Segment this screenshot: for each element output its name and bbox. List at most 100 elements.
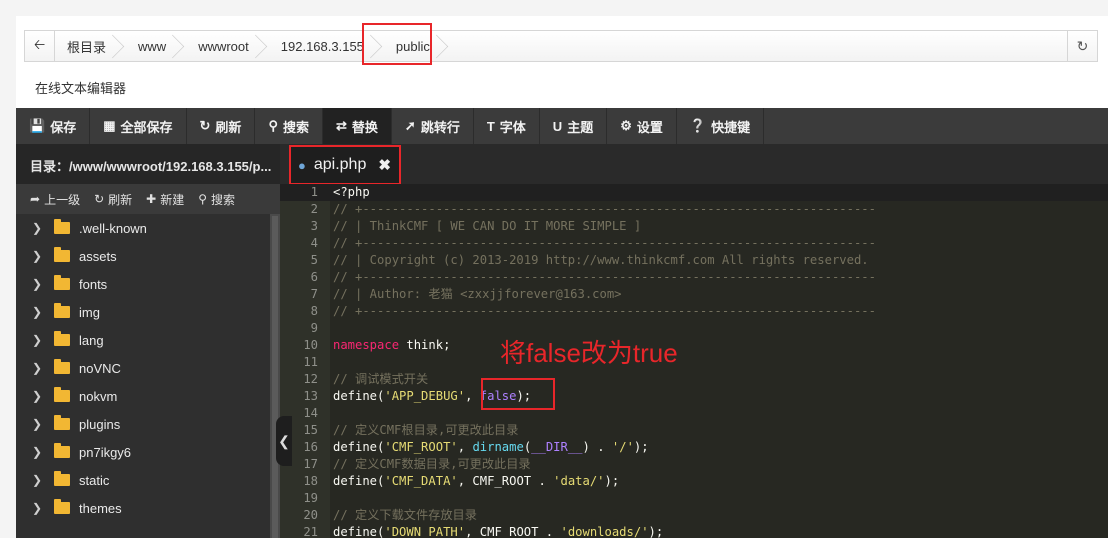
folder-item[interactable]: ❯ fonts <box>16 270 270 298</box>
breadcrumb: 🡠 根目录 www wwwroot 192.168.3.155 public ↻ <box>24 30 1098 62</box>
folder-icon <box>54 359 70 374</box>
code-line[interactable]: 1 <?php <box>280 184 1108 201</box>
code-text: // +------------------------------------… <box>333 270 876 284</box>
code-line[interactable]: 10 namespace think; <box>280 337 1108 354</box>
chevron-right-icon: ❯ <box>32 473 43 487</box>
chevron-right-icon: ❯ <box>32 277 43 291</box>
save-icon: 💾 <box>29 118 46 133</box>
goto-line-button[interactable]: ➚ 跳转行 <box>392 108 474 144</box>
left-strip <box>0 16 16 538</box>
code-line[interactable]: 12 // 调试模式开关 <box>280 371 1108 388</box>
parent-dir-button[interactable]: ➦ 上一级 <box>30 191 80 208</box>
theme-button[interactable]: U 主题 <box>540 108 608 144</box>
line-number: 20 <box>303 508 318 522</box>
folder-item[interactable]: ❯ lang <box>16 326 270 354</box>
refresh-icon: ↻ <box>94 192 105 206</box>
folder-item[interactable]: ❯ plugins <box>16 410 270 438</box>
folder-icon <box>54 303 70 318</box>
chevron-right-icon: ❯ <box>32 333 43 347</box>
folder-item[interactable]: ❯ nokvm <box>16 382 270 410</box>
line-number: 9 <box>310 321 318 335</box>
code-line[interactable]: 19 <box>280 490 1108 507</box>
folder-item[interactable]: ❯ pn7ikgy6 <box>16 438 270 466</box>
shortcuts-button[interactable]: ❔ 快捷键 <box>677 108 765 144</box>
code-line[interactable]: 14 <box>280 405 1108 422</box>
font-button[interactable]: T 字体 <box>474 108 540 144</box>
refresh-button[interactable]: ↻ <box>1067 31 1097 61</box>
code-text: // +------------------------------------… <box>333 202 876 216</box>
refresh-file-button[interactable]: ↻ 刷新 <box>187 108 256 144</box>
breadcrumb-item-wwwroot[interactable]: wwwroot <box>186 31 269 61</box>
folder-icon <box>54 499 70 514</box>
code-line[interactable]: 7 // | Author: 老猫 <zxxjjforever@163.com> <box>280 286 1108 303</box>
back-button[interactable]: 🡠 <box>25 31 55 61</box>
code-editor[interactable]: 1 <?php 2 // +-----------------------------… <box>280 184 1108 538</box>
save-button[interactable]: 💾 保存 <box>16 108 91 144</box>
sidebar-search-button[interactable]: ⚲ 搜索 <box>198 191 235 208</box>
breadcrumb-item-root[interactable]: 根目录 <box>55 31 126 61</box>
file-tree: ❯ .well-known ❯ assets ❯ fonts ❯ img ❯ lang ❯… <box>16 214 270 538</box>
editor-toolbar: 💾 保存 ▦ 全部保存 ↻ 刷新 ⚲ 搜索 ⇄ 替换 ➚ 跳转行 T 字体 U 主题 ⚙ 设置 ❔… <box>16 108 1108 144</box>
line-number: 10 <box>303 338 318 352</box>
save-all-button[interactable]: ▦ 全部保存 <box>90 108 187 144</box>
save-all-icon: ▦ <box>103 118 116 133</box>
breadcrumb-item-www[interactable]: www <box>126 31 186 61</box>
refresh-icon: ↻ <box>1076 37 1089 54</box>
gear-icon: ⚙ <box>620 118 632 133</box>
code-line[interactable]: 8 // +-----------------------------------… <box>280 303 1108 320</box>
code-line[interactable]: 16 define('CMF_ROOT', dirname(__DIR__) . … <box>280 439 1108 456</box>
code-text: define('DOWN_PATH', CMF_ROOT . 'download… <box>333 525 664 538</box>
editor-title: 在线文本编辑器 <box>35 81 127 96</box>
theme-icon: U <box>552 118 563 134</box>
code-line[interactable]: 9 <box>280 320 1108 337</box>
annotation-text: 将false改为true <box>500 338 678 368</box>
code-line[interactable]: 5 // | Copyright (c) 2013-2019 http://www… <box>280 252 1108 269</box>
code-line[interactable]: 21 define('DOWN_PATH', CMF_ROOT . 'downlo… <box>280 524 1108 538</box>
code-line[interactable]: 6 // +-----------------------------------… <box>280 269 1108 286</box>
code-line[interactable]: 17// 定义CMF数据目录,可更改此目录 <box>280 456 1108 473</box>
arrow-left-icon: 🡠 <box>33 36 46 52</box>
code-line[interactable]: 4 // +-----------------------------------… <box>280 235 1108 252</box>
code-text: <?php <box>333 185 370 199</box>
chevron-right-icon: ❯ <box>32 221 43 235</box>
code-line[interactable]: 20 // 定义下载文件存放目录 <box>280 507 1108 524</box>
line-number: 3 <box>310 219 318 233</box>
collapse-sidebar-button[interactable]: ❮ <box>276 416 292 466</box>
code-text: namespace think; <box>333 338 451 352</box>
folder-item[interactable]: ❯ themes <box>16 494 270 522</box>
folder-item[interactable]: ❯ static <box>16 466 270 494</box>
code-line[interactable]: 3 // | ThinkCMF [ WE CAN DO IT MORE SIMPL… <box>280 218 1108 235</box>
line-number: 8 <box>310 304 318 318</box>
folder-item[interactable]: ❯ assets <box>16 242 270 270</box>
new-file-button[interactable]: ✚ 新建 <box>146 191 184 208</box>
code-line[interactable]: 15// 定义CMF根目录,可更改此目录 <box>280 422 1108 439</box>
line-number: 19 <box>303 491 318 505</box>
code-line[interactable]: 13 define('APP_DEBUG', false); <box>280 388 1108 405</box>
code-text: // | Copyright (c) 2013-2019 http://www.… <box>333 253 869 267</box>
code-text: // | Author: 老猫 <zxxjjforever@163.com> <box>333 287 622 301</box>
code-line[interactable]: 11 <box>280 354 1108 371</box>
replace-button[interactable]: ⇄ 替换 <box>322 108 392 144</box>
pin-icon: ➚ <box>404 118 416 133</box>
code-line[interactable]: 18 define('CMF_DATA', CMF_ROOT . 'data/')… <box>280 473 1108 490</box>
help-icon: ❔ <box>689 118 707 133</box>
directory-path: 目录：/www/wwwroot/192.168.3.155/p... <box>16 144 280 184</box>
folder-icon <box>54 443 70 458</box>
folder-item[interactable]: ❯ noVNC <box>16 354 270 382</box>
folder-item[interactable]: ❯ .well-known <box>16 214 270 242</box>
search-button[interactable]: ⚲ 搜索 <box>255 108 323 144</box>
arrow-up-icon: ➦ <box>30 192 41 206</box>
line-number: 2 <box>310 202 318 216</box>
refresh-icon: ↻ <box>199 118 211 133</box>
code-text: // 定义CMF根目录,可更改此目录 <box>333 423 519 437</box>
line-number: 5 <box>310 253 318 267</box>
sidebar-scroll-thumb[interactable] <box>272 216 278 538</box>
code-text: define('CMF_ROOT', dirname(__DIR__) . '/… <box>333 440 649 454</box>
sidebar-refresh-button[interactable]: ↻ 刷新 <box>94 191 132 208</box>
search-icon: ⚲ <box>198 192 208 206</box>
code-line[interactable]: 2 // +-----------------------------------… <box>280 201 1108 218</box>
settings-button[interactable]: ⚙ 设置 <box>607 108 677 144</box>
highlight-box-tab <box>289 145 401 185</box>
folder-item[interactable]: ❯ img <box>16 298 270 326</box>
line-number: 1 <box>310 185 318 199</box>
